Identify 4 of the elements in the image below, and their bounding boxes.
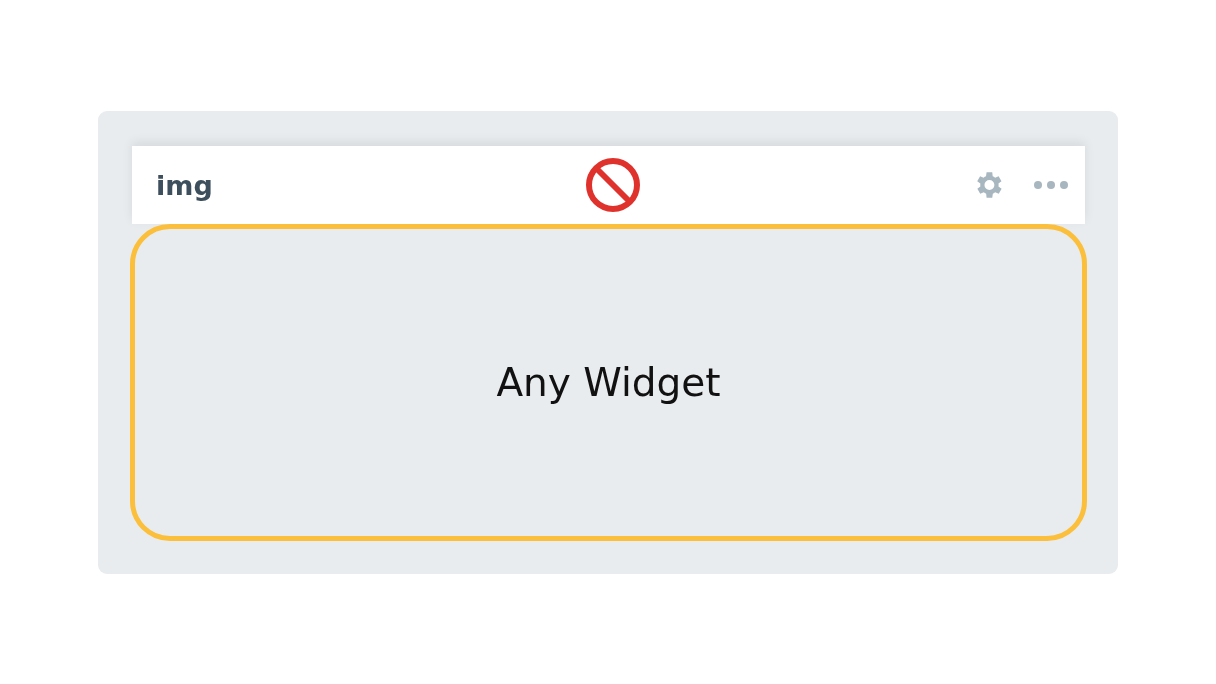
more-icon[interactable] <box>1033 180 1069 190</box>
prohibited-icon <box>584 157 641 213</box>
widget-title: img <box>156 169 213 201</box>
widget-label: Any Widget <box>496 360 721 405</box>
